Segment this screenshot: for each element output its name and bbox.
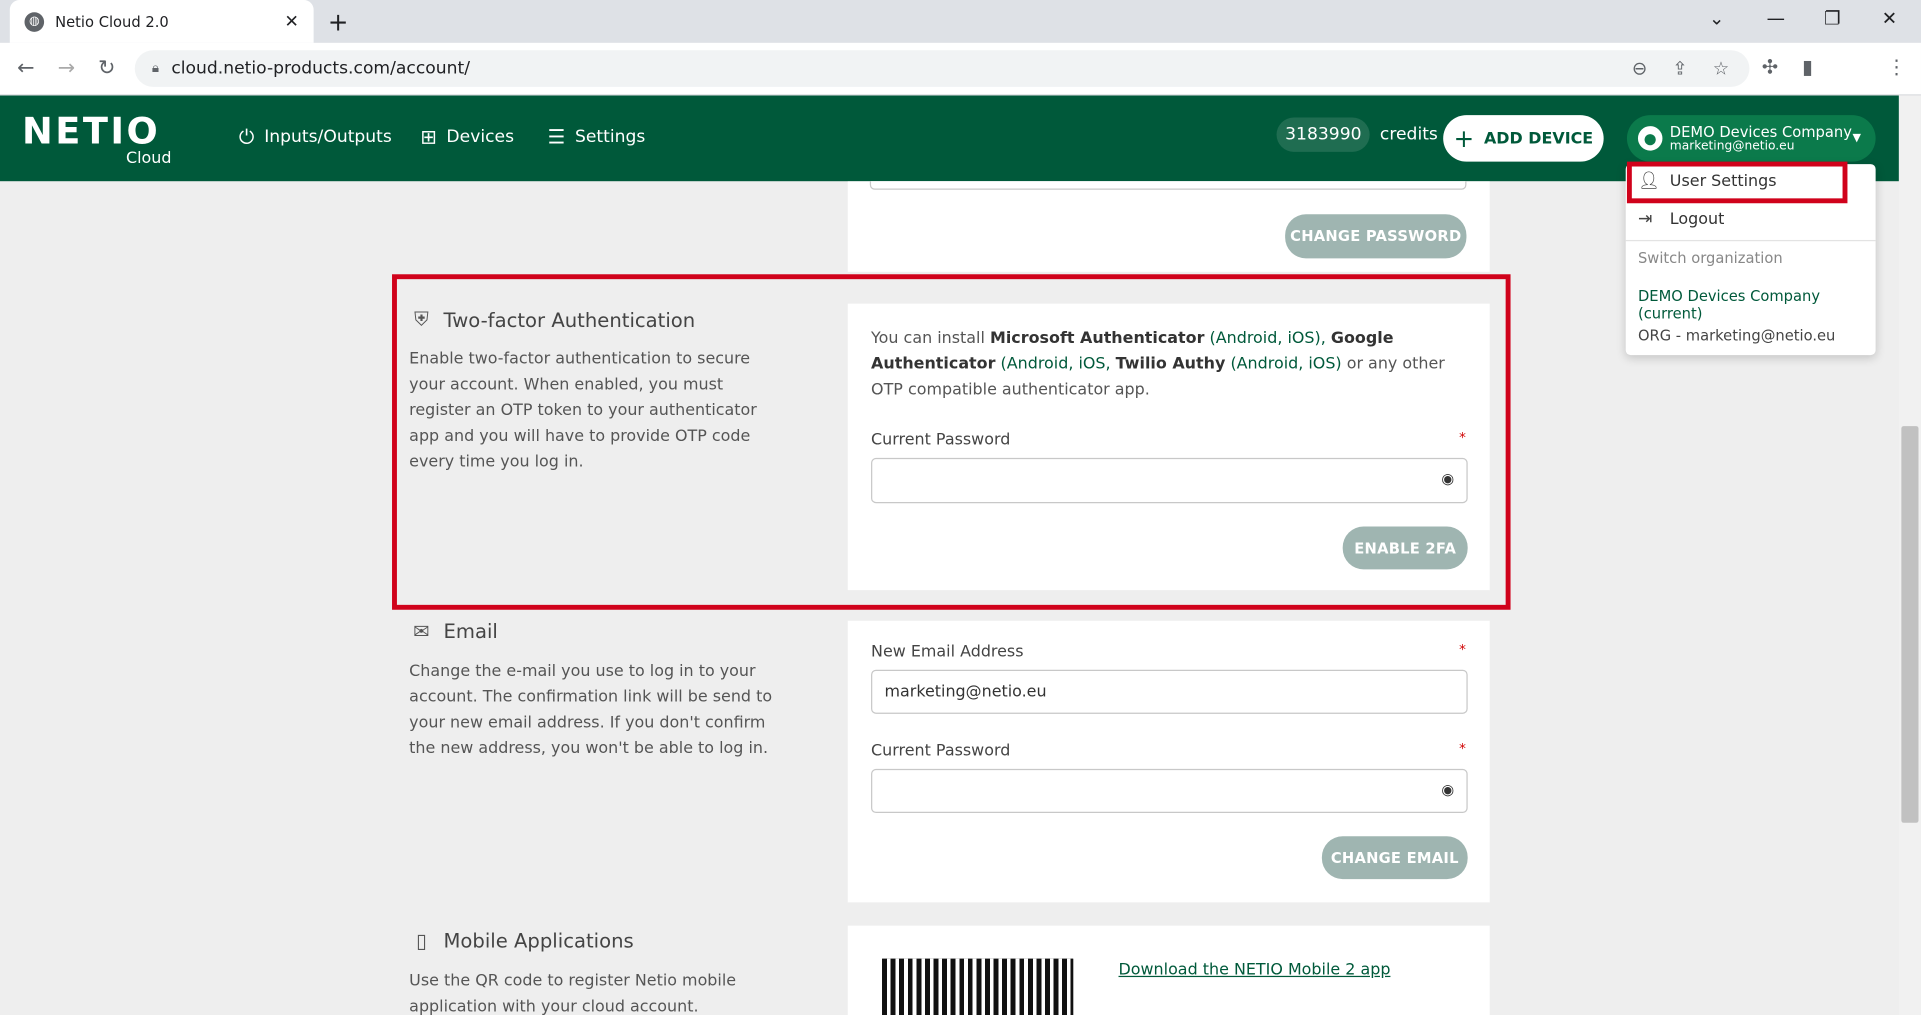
user-email: marketing@netio.eu: [1669, 138, 1795, 153]
address-bar: ← → ↻ 🔒︎ cloud.netio-products.com/accoun…: [0, 42, 1921, 96]
email-password-input[interactable]: ◉: [871, 768, 1468, 814]
bookmark-star-icon[interactable]: ☆: [1713, 58, 1729, 80]
tab-title: Netio Cloud 2.0: [55, 12, 169, 30]
lock-icon: 🔒︎: [151, 59, 160, 76]
url-text: cloud.netio-products.com/account/: [171, 58, 471, 79]
credits-value: 3183990: [1276, 117, 1371, 152]
password-card: CHANGE PASSWORD: [847, 181, 1490, 272]
change-password-button[interactable]: CHANGE PASSWORD: [1285, 214, 1467, 259]
nav-label: Devices: [446, 126, 515, 147]
nav-inputs-outputs[interactable]: ⏻ Inputs/Outputs: [239, 125, 392, 149]
close-window-button[interactable]: ✕: [1882, 7, 1897, 29]
mobile-title-row: ▯ Mobile Applications: [409, 929, 634, 952]
org-item-current[interactable]: DEMO Devices Company (current): [1638, 288, 1876, 322]
new-email-input[interactable]: marketing@netio.eu: [871, 669, 1468, 714]
app-header: NETIO Cloud ⏻ Inputs/Outputs ⊞ Devices ☰…: [0, 95, 1899, 182]
logout-label: Logout: [1669, 209, 1725, 229]
download-app-link[interactable]: Download the NETIO Mobile 2 app: [1119, 961, 1391, 979]
nav-devices[interactable]: ⊞ Devices: [420, 125, 514, 148]
credits-display: 3183990 credits: [1276, 117, 1438, 152]
new-tab-button[interactable]: +: [323, 7, 352, 36]
user-settings-highlight-box: [1626, 161, 1848, 204]
user-name: DEMO Devices Company: [1669, 123, 1852, 141]
email-title: Email: [443, 619, 498, 643]
new-email-value: marketing@netio.eu: [884, 682, 1047, 701]
switch-org-heading: Switch organization: [1637, 249, 1783, 267]
mobile-title: Mobile Applications: [443, 929, 634, 953]
logo-text: NETIO: [22, 110, 161, 154]
caret-down-icon: ▼: [1852, 132, 1861, 145]
user-menu-button[interactable]: ● DEMO Devices Company marketing@netio.e…: [1626, 115, 1876, 162]
qr-code: [882, 958, 1074, 1015]
credits-label: credits: [1379, 124, 1438, 145]
required-mark: *: [1459, 641, 1466, 658]
add-device-label: ADD DEVICE: [1483, 129, 1594, 148]
restore-button[interactable]: ❐: [1824, 7, 1840, 29]
zoom-icon[interactable]: ⊖: [1632, 58, 1647, 80]
required-mark: *: [1459, 740, 1466, 757]
nav-label: Settings: [574, 126, 646, 147]
envelope-icon: ✉: [413, 619, 430, 643]
eye-icon[interactable]: ◉: [1441, 781, 1454, 798]
add-device-button[interactable]: + ADD DEVICE: [1443, 115, 1604, 162]
logout-item[interactable]: ⇥ Logout: [1638, 209, 1724, 229]
plus-icon: +: [1453, 123, 1475, 154]
globe-icon: ◍: [24, 11, 45, 32]
sliders-icon: ☰: [547, 124, 566, 149]
email-description: Change the e-mail you use to log in to y…: [409, 662, 773, 758]
close-tab-icon[interactable]: ✕: [285, 12, 299, 32]
divider: [1625, 239, 1876, 242]
tab-search-icon[interactable]: ⌄: [1709, 7, 1724, 29]
network-icon: ⊞: [420, 124, 437, 149]
email-title-row: ✉ Email: [409, 620, 498, 643]
url-field[interactable]: 🔒︎ cloud.netio-products.com/account/ ⊖ ⇪…: [134, 50, 1750, 87]
power-icon: ⏻: [238, 124, 255, 149]
extensions-icon[interactable]: ✣: [1762, 55, 1778, 78]
back-icon[interactable]: ←: [17, 56, 34, 80]
smartphone-icon: ▯: [416, 929, 427, 953]
nav-settings[interactable]: ☰ Settings: [548, 125, 646, 148]
change-email-button[interactable]: CHANGE EMAIL: [1321, 836, 1468, 880]
forward-icon[interactable]: →: [58, 56, 75, 80]
account-content: CHANGE PASSWORD ⛨ Two-factor Authenticat…: [0, 181, 1899, 1015]
scrollbar-thumb[interactable]: [1901, 426, 1919, 823]
org-item-marketing[interactable]: ORG - marketing@netio.eu: [1638, 327, 1835, 344]
twofa-highlight-box: [392, 274, 1511, 610]
page-scrollbar[interactable]: [1898, 95, 1921, 1015]
minimize-button[interactable]: —: [1767, 7, 1785, 29]
reload-icon[interactable]: ↻: [98, 56, 115, 80]
netio-logo[interactable]: NETIO Cloud: [22, 110, 174, 168]
share-icon[interactable]: ⇪: [1672, 58, 1687, 80]
nav-label: Inputs/Outputs: [264, 127, 392, 147]
password-field-partial[interactable]: [869, 181, 1467, 190]
mobile-description: Use the QR code to register Netio mobile…: [409, 972, 737, 1015]
menu-icon[interactable]: ⋮: [1887, 55, 1907, 78]
side-panel-icon[interactable]: ▮: [1802, 55, 1813, 78]
logout-icon: ⇥: [1637, 209, 1653, 229]
email-password-label: Current Password: [871, 741, 1011, 761]
user-avatar-icon: ●: [1637, 126, 1663, 151]
new-email-label: New Email Address: [871, 642, 1024, 662]
browser-tab-bar: ◍ Netio Cloud 2.0 ✕ + ⌄ — ❐ ✕: [0, 0, 1921, 43]
browser-tab[interactable]: ◍ Netio Cloud 2.0 ✕: [9, 0, 314, 43]
logo-sub: Cloud: [126, 149, 172, 168]
